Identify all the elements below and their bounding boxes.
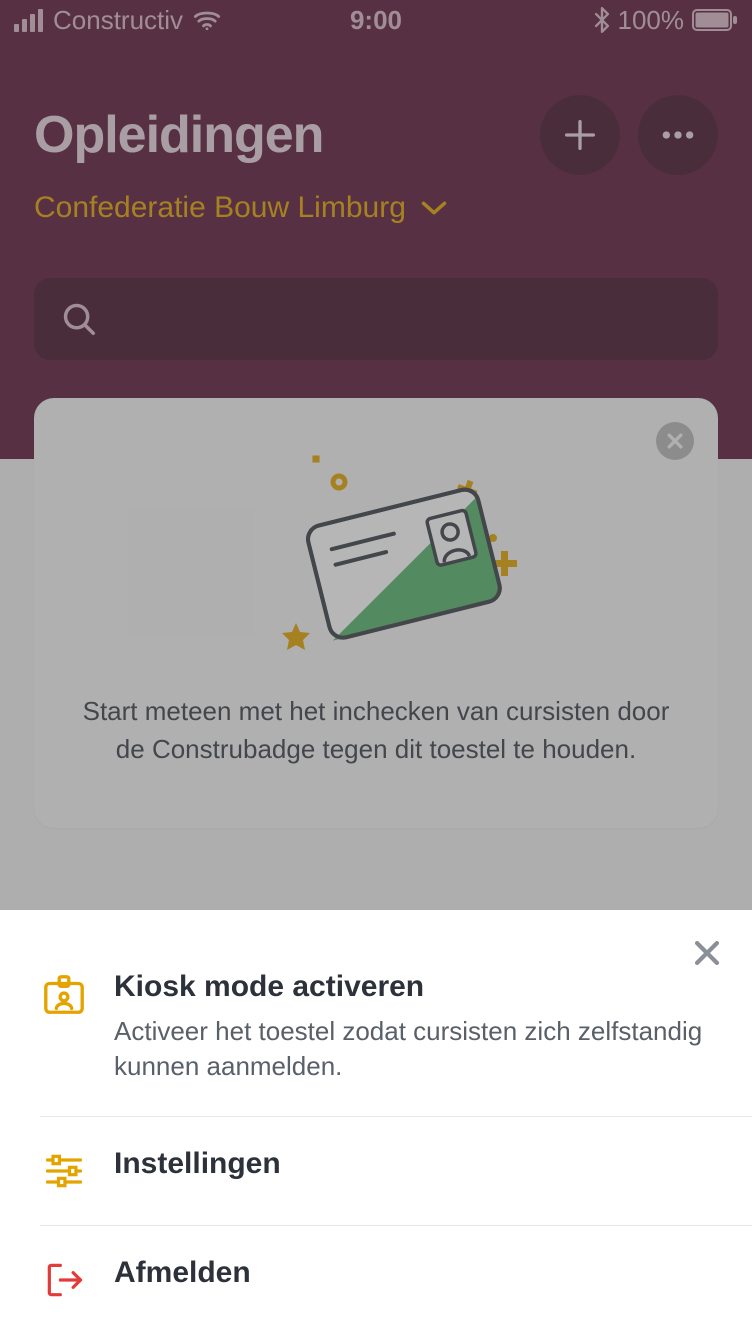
menu-item-title: Afmelden [114, 1256, 712, 1290]
menu-item-settings[interactable]: Instellingen [0, 1117, 752, 1225]
sheet-close-button[interactable] [690, 936, 724, 975]
menu-item-title: Instellingen [114, 1147, 712, 1181]
menu-item-title: Kiosk mode activeren [114, 970, 712, 1004]
logout-icon [42, 1258, 86, 1302]
badge-id-icon [41, 972, 87, 1018]
menu-item-kiosk-mode[interactable]: Kiosk mode activeren Activeer het toeste… [0, 940, 752, 1116]
close-icon [690, 936, 724, 970]
menu-item-logout[interactable]: Afmelden [0, 1226, 752, 1334]
sliders-icon [42, 1149, 86, 1193]
menu-item-desc: Activeer het toestel zodat cursisten zic… [114, 1014, 712, 1084]
action-sheet: Kiosk mode activeren Activeer het toeste… [0, 910, 752, 1334]
